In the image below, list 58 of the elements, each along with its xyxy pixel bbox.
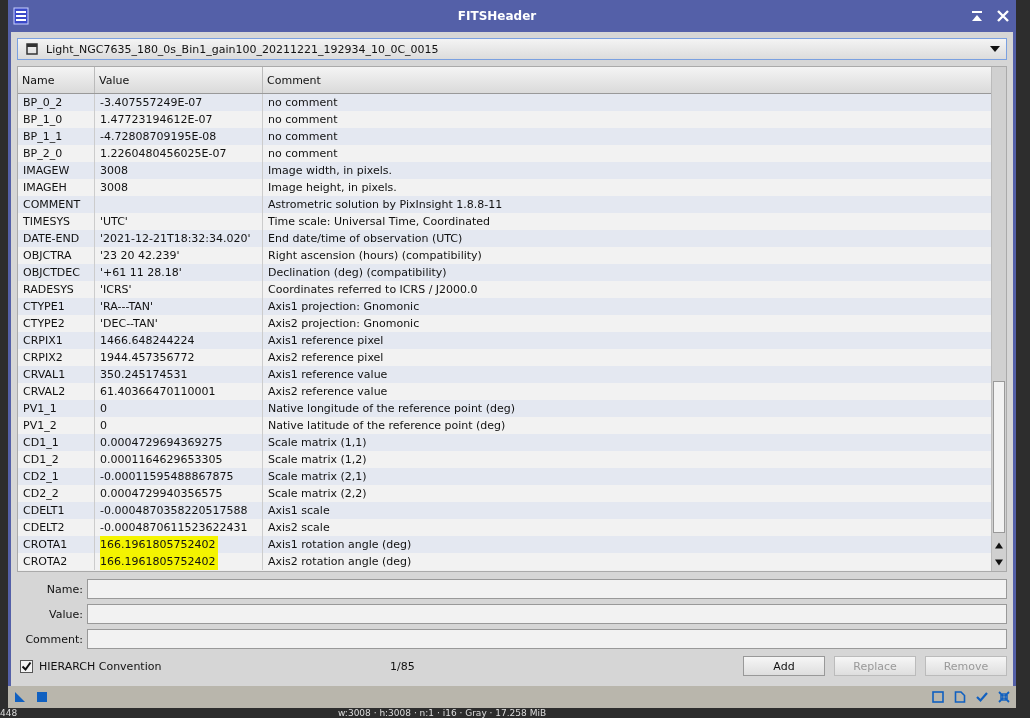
document-icon[interactable] bbox=[954, 691, 966, 703]
table-cell-text: Image height, in pixels. bbox=[267, 180, 398, 196]
scrollbar[interactable] bbox=[991, 67, 1006, 571]
table-cell-text: Scale matrix (1,2) bbox=[267, 452, 368, 468]
table-cell-text: no comment bbox=[267, 146, 339, 162]
caret-icon bbox=[990, 45, 1000, 53]
table-cell-text: Native latitude of the reference point (deg) bbox=[267, 418, 507, 434]
table-cell-text: End date/time of observation (UTC) bbox=[267, 231, 464, 247]
table-cell-text: Native longitude of the reference point (deg) bbox=[267, 401, 516, 417]
column-header[interactable]: Name bbox=[18, 67, 95, 93]
checkmark-icon[interactable] bbox=[976, 691, 988, 703]
image-selector[interactable]: Light_NGC7635_180_0s_Bin1_gain100_20211221_192934_10_0C_0015 bbox=[17, 38, 1007, 60]
window-icon bbox=[26, 43, 38, 55]
table-cell-text: Scale matrix (2,1) bbox=[267, 469, 368, 485]
close-icon[interactable] bbox=[997, 10, 1009, 22]
table-cell-text: Right ascension (hours) (compatibility) bbox=[267, 248, 483, 264]
table-cell-text: Scale matrix (1,1) bbox=[267, 435, 368, 451]
shade-icon[interactable] bbox=[971, 10, 983, 22]
table-cell-text: Scale matrix (2,2) bbox=[267, 486, 368, 502]
app-icon[interactable] bbox=[13, 7, 29, 25]
window-title: FITSHeader bbox=[456, 9, 538, 23]
field-label: Name: bbox=[45, 582, 83, 596]
checkbox-label[interactable]: HIERARCH Convention bbox=[39, 659, 162, 673]
field-label: Comment: bbox=[24, 632, 83, 646]
table-cell-text: no comment bbox=[267, 95, 339, 111]
input-field[interactable] bbox=[87, 629, 1007, 649]
table-cell-text: Axis2 reference value bbox=[267, 384, 389, 400]
keyword-counter: 1/85 bbox=[390, 659, 416, 673]
table-cell-text: Declination (deg) (compatibility) bbox=[267, 265, 448, 281]
action-button[interactable]: Add bbox=[743, 656, 825, 676]
collapse-icon[interactable] bbox=[998, 691, 1010, 703]
scroll-thumb[interactable] bbox=[993, 381, 1005, 533]
table-cell-text: Axis1 reference pixel bbox=[267, 333, 385, 349]
image-info: w:3008 · h:3008 · n:1 · i16 · Gray · 17.258 MiB bbox=[338, 708, 547, 718]
column-header[interactable]: Value bbox=[95, 67, 263, 93]
table-cell-text: Axis1 rotation angle (deg) bbox=[267, 537, 413, 553]
triangle-icon[interactable] bbox=[14, 691, 26, 703]
square-outline-icon[interactable] bbox=[932, 691, 944, 703]
table-cell-text: Axis1 reference value bbox=[267, 367, 389, 383]
table-cell-text: Astrometric solution by PixInsight 1.8.8-11 bbox=[267, 197, 504, 213]
column-header[interactable]: Comment bbox=[263, 67, 991, 93]
table-cell-text: Axis2 scale bbox=[267, 520, 331, 536]
checkbox[interactable] bbox=[20, 659, 33, 673]
field-label: Value: bbox=[48, 607, 83, 621]
table-cell-text: Time scale: Universal Time, Coordinated bbox=[267, 214, 492, 230]
table-cell-text: Axis1 projection: Gnomonic bbox=[267, 299, 421, 315]
input-field[interactable] bbox=[87, 604, 1007, 624]
square-icon[interactable] bbox=[36, 691, 48, 703]
table-cell-text: Axis2 reference pixel bbox=[267, 350, 385, 366]
table-cell-text: no comment bbox=[267, 112, 339, 128]
table-cell-text: no comment bbox=[267, 129, 339, 145]
input-field[interactable] bbox=[87, 579, 1007, 599]
table-cell-text: Axis1 scale bbox=[267, 503, 331, 519]
table-cell-text: Image width, in pixels. bbox=[267, 163, 394, 179]
table-cell-text: Coordinates referred to ICRS / J2000.0 bbox=[267, 282, 479, 298]
table-cell-text: Axis2 projection: Gnomonic bbox=[267, 316, 421, 332]
status-text: 448 bbox=[0, 708, 19, 718]
table-cell-text: Axis2 rotation angle (deg) bbox=[267, 554, 413, 570]
